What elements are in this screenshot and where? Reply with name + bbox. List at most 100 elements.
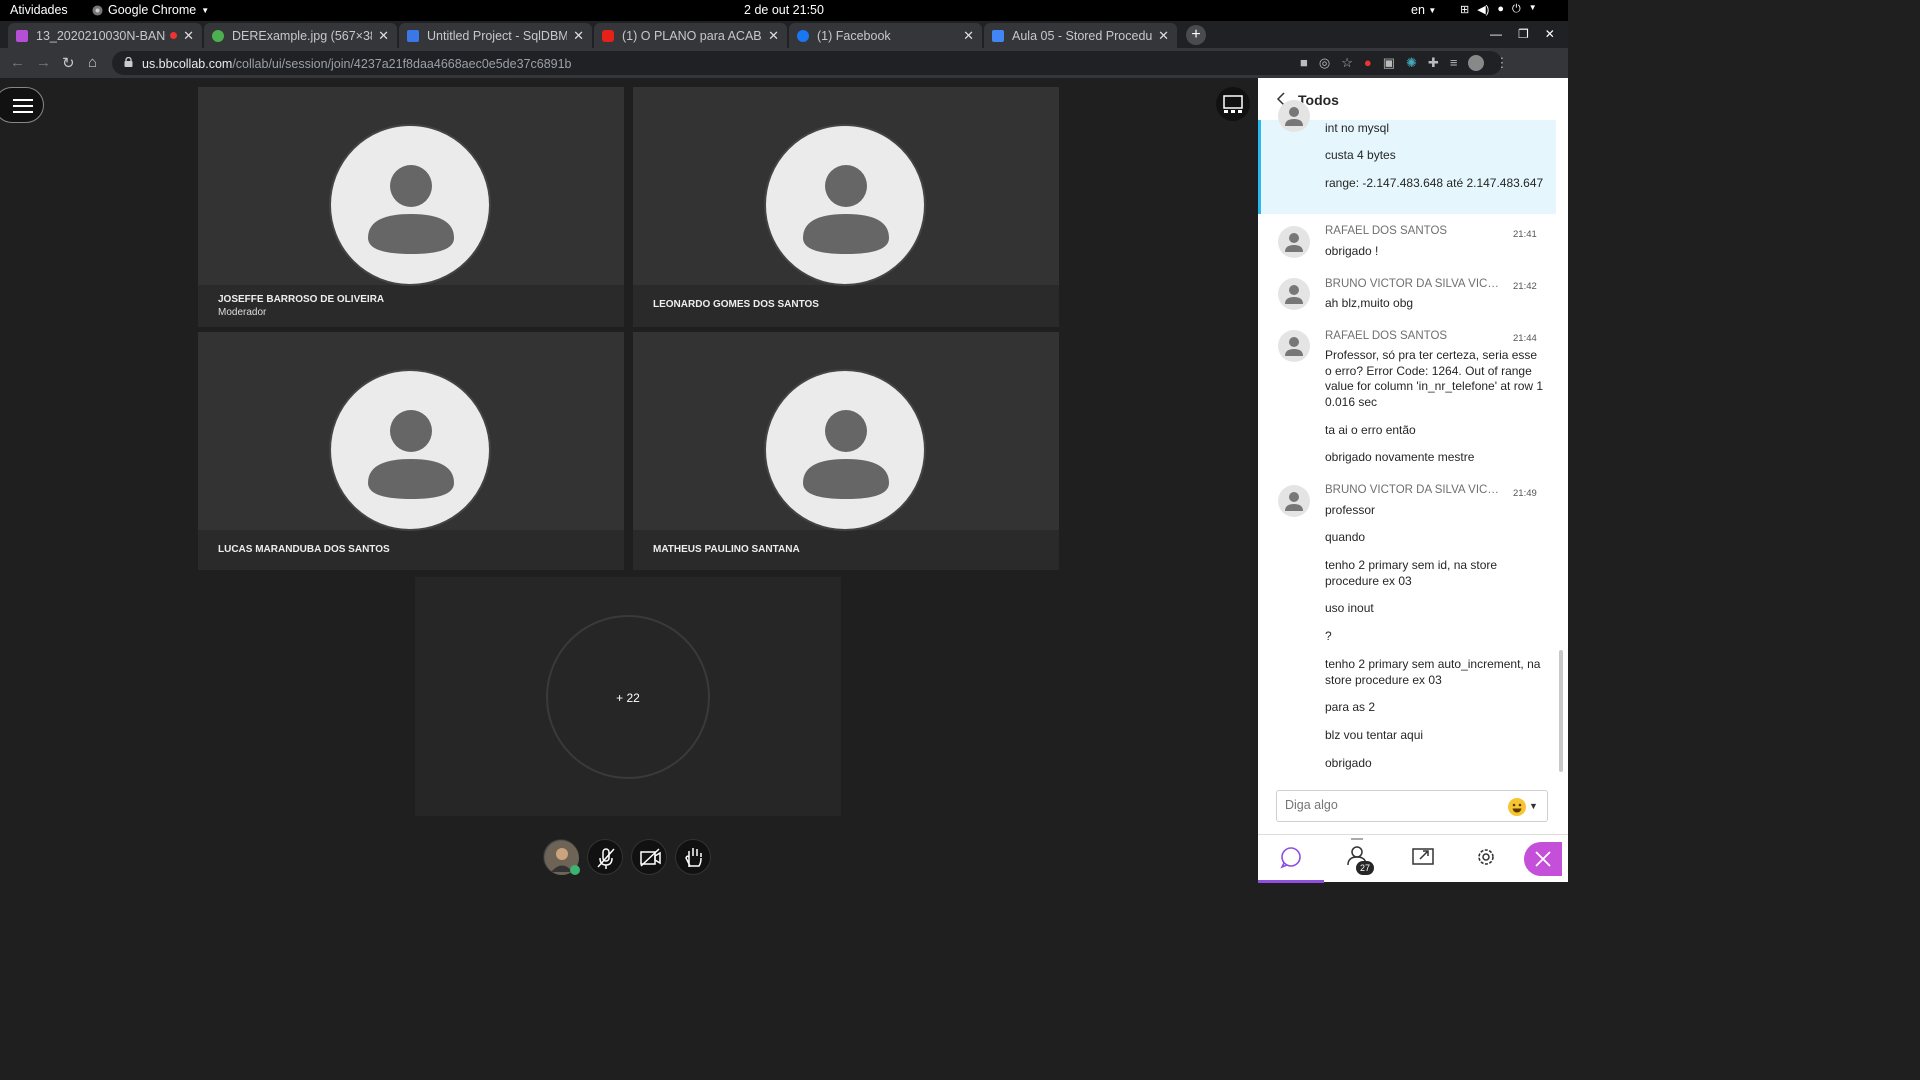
avatar: [764, 369, 926, 531]
share-content-button[interactable]: [1390, 835, 1456, 883]
participant-name: MATHEUS PAULINO SANTANA: [653, 544, 800, 555]
chat-message-line: custa 4 bytes: [1325, 148, 1396, 162]
collab-favicon-icon: [16, 29, 28, 42]
person-icon: [1285, 107, 1303, 126]
clock[interactable]: 2 de out 21:50: [0, 3, 1568, 17]
close-tab-icon[interactable]: ✕: [183, 28, 194, 44]
restore-icon[interactable]: ❐: [1518, 27, 1529, 41]
participant-tile[interactable]: LUCAS MARANDUBA DOS SANTOS: [198, 332, 624, 570]
avatar: [1278, 330, 1310, 362]
kebab-menu-icon[interactable]: ⋮: [1495, 55, 1508, 71]
message-sender: RAFAEL DOS SANTOS: [1325, 330, 1448, 342]
window-controls: — ❐ ✕: [1490, 27, 1555, 41]
chat-scrollbar[interactable]: [1558, 128, 1565, 778]
chat-message-line: uso inout: [1325, 601, 1374, 615]
chat-message-line: professor: [1325, 503, 1376, 517]
chat-bubble-icon: [1280, 847, 1301, 869]
raise-hand-button[interactable]: [675, 839, 711, 875]
extensions-puzzle-icon[interactable]: ✚: [1428, 55, 1439, 71]
close-tab-icon[interactable]: ✕: [768, 28, 779, 44]
chat-tab-button[interactable]: [1258, 835, 1324, 883]
hand-icon: [685, 848, 702, 867]
more-participants-count: + 22: [616, 691, 640, 705]
close-tab-icon[interactable]: ✕: [963, 28, 974, 44]
my-avatar-button[interactable]: [543, 839, 580, 875]
person-icon: [803, 165, 889, 254]
layout-grid-icon: [1223, 95, 1243, 113]
participant-tile[interactable]: JOSEFFE BARROSO DE OLIVEIRA Moderador: [198, 87, 624, 327]
layout-toggle-button[interactable]: [1216, 87, 1250, 121]
close-window-icon[interactable]: ✕: [1545, 27, 1555, 41]
participant-name: JOSEFFE BARROSO DE OLIVEIRA: [218, 294, 385, 305]
avatar: [329, 124, 491, 286]
lock-icon: [124, 57, 133, 67]
close-panel-button[interactable]: [1524, 842, 1562, 876]
settings-button[interactable]: [1456, 835, 1522, 883]
home-icon[interactable]: ⌂: [88, 54, 97, 71]
system-menu[interactable]: ⊞ ◀) ● ⏻ ▼: [1460, 3, 1537, 16]
profile-avatar[interactable]: [1468, 55, 1485, 71]
tab-sqldbm[interactable]: Untitled Project - SqlDBM ✕: [399, 23, 592, 48]
reload-icon[interactable]: ↻: [62, 54, 75, 72]
eye-off-icon[interactable]: ◎: [1319, 55, 1330, 71]
chat-message-line: tenho 2 primary sem auto_increment, na s…: [1325, 657, 1541, 687]
volume-icon: ◀): [1477, 4, 1490, 16]
avatar: [1278, 278, 1310, 310]
star-icon[interactable]: ☆: [1341, 55, 1353, 71]
close-tab-icon[interactable]: ✕: [573, 28, 584, 44]
recording-icon: [170, 32, 178, 39]
language-label: en: [1411, 3, 1425, 17]
message-sender: BRUNO VICTOR DA SILVA VICEN...: [1325, 278, 1505, 290]
chat-message-line: int no mysql: [1325, 121, 1390, 135]
extension-red-icon[interactable]: ●: [1364, 55, 1372, 71]
message-sender: BRUNO VICTOR DA SILVA VICEN...: [1325, 484, 1505, 496]
emoji-button[interactable]: [1508, 798, 1526, 816]
docs-favicon-icon: [992, 29, 1004, 42]
participant-name: LUCAS MARANDUBA DOS SANTOS: [218, 544, 390, 555]
extension-icons: ■ ◎ ☆ ● ▣ ✺ ✚ ≡ ⋮: [1300, 55, 1508, 71]
microphone-button[interactable]: [587, 839, 623, 875]
extension-react-icon[interactable]: ✺: [1406, 55, 1417, 71]
camera-button[interactable]: [631, 839, 667, 875]
scrollbar-thumb[interactable]: [1559, 650, 1563, 772]
message-time: 21:44: [1513, 333, 1537, 344]
back-icon[interactable]: ←: [10, 54, 25, 71]
chat-message-line: tenho 2 primary sem id, na store procedu…: [1325, 558, 1498, 588]
close-tab-icon[interactable]: ✕: [378, 28, 389, 44]
share-icon: [1412, 848, 1434, 865]
camera-icon[interactable]: ■: [1300, 55, 1308, 71]
minimize-icon[interactable]: —: [1490, 27, 1502, 41]
message-sender: RAFAEL DOS SANTOS: [1325, 225, 1448, 237]
participant-tile[interactable]: LEONARDO GOMES DOS SANTOS: [633, 87, 1059, 327]
system-top-bar: Atividades Google Chrome ▼ 2 de out 21:5…: [0, 0, 1568, 21]
youtube-favicon-icon: [602, 29, 614, 42]
forward-icon[interactable]: →: [36, 54, 51, 71]
chat-message-line: ah blz,muito obg: [1325, 296, 1414, 310]
chat-panel: Todos int no mysql custa 4 bytes range: …: [1258, 78, 1568, 883]
extension-cast-icon[interactable]: ▣: [1383, 55, 1395, 71]
tab-derexample[interactable]: DERExample.jpg (567×38 ✕: [204, 23, 397, 48]
tab-facebook[interactable]: (1) Facebook ✕: [789, 23, 982, 48]
new-tab-button[interactable]: +: [1186, 25, 1206, 45]
url-domain: us.bbcollab.com: [142, 57, 233, 71]
chat-message-line: ?: [1325, 629, 1332, 643]
chat-input[interactable]: [1285, 798, 1495, 812]
person-icon: [1285, 233, 1303, 252]
caret-down-icon: ▼: [1428, 6, 1437, 16]
participants-tab-button[interactable]: 27: [1324, 835, 1390, 883]
language-menu[interactable]: en ▼: [1411, 3, 1436, 17]
media-icon[interactable]: ≡: [1450, 55, 1458, 71]
session-menu-button[interactable]: [0, 87, 44, 123]
participant-tile[interactable]: MATHEUS PAULINO SANTANA: [633, 332, 1059, 570]
caret-down-icon[interactable]: ▼: [1529, 801, 1538, 811]
tab-collab[interactable]: 13_2020210030N-BANCO ✕: [8, 23, 202, 48]
close-tab-icon[interactable]: ✕: [1158, 28, 1169, 44]
chat-composer[interactable]: ▼: [1276, 790, 1548, 822]
tab-youtube[interactable]: (1) O PLANO para ACABA ✕: [594, 23, 787, 48]
camera-off-icon: [640, 848, 661, 867]
url-text[interactable]: us.bbcollab.com/collab/ui/session/join/4…: [142, 57, 572, 71]
chat-message-line: obrigado: [1325, 756, 1372, 770]
more-participants-tile[interactable]: + 22: [415, 577, 841, 816]
tab-aula05[interactable]: Aula 05 - Stored Procedur ✕: [984, 23, 1177, 48]
image-favicon-icon: [212, 29, 224, 42]
